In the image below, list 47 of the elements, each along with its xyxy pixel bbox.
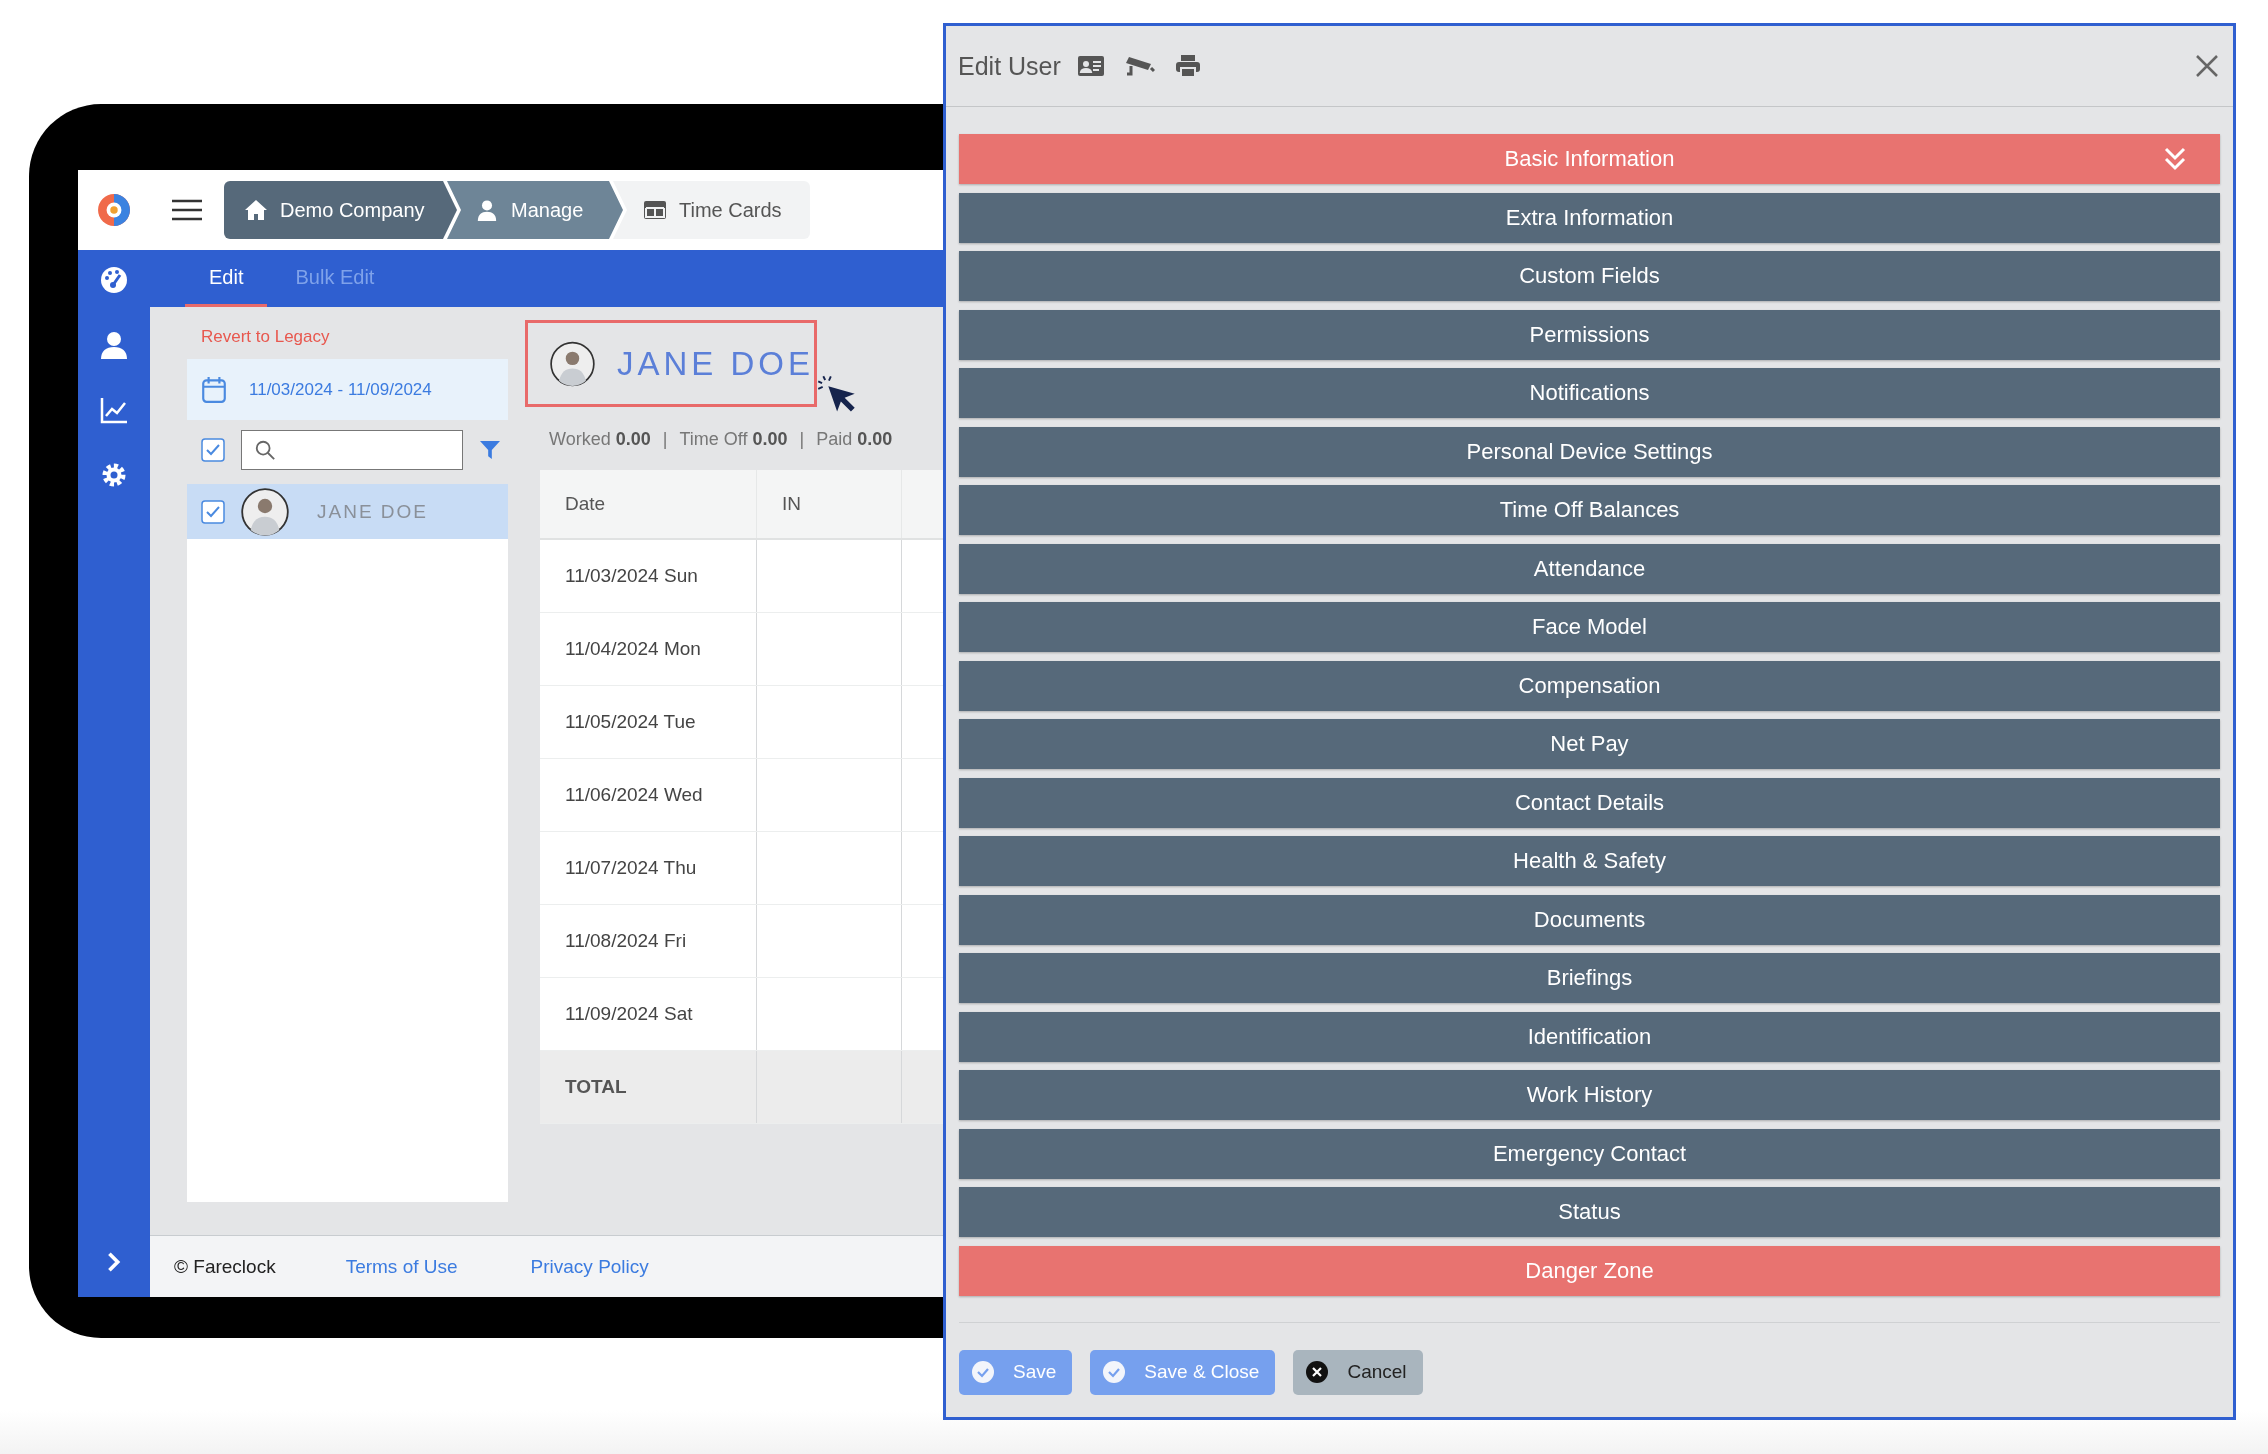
table-cell: 11/06/2024 Wed [540,759,757,831]
accordion-header[interactable]: Net Pay [959,719,2220,769]
breadcrumb[interactable]: Demo Company [224,181,457,239]
table-cell: 11/07/2024 Thu [540,832,757,904]
accordion-header[interactable]: Attendance [959,543,2220,594]
accordion-header[interactable]: Documents [959,894,2220,945]
employee-name: JANE DOE [317,500,429,523]
separator: | [799,429,805,450]
employee-name: JANE DOE [616,344,814,383]
accordion-header[interactable]: Personal Device Settings [959,426,2220,477]
stat-text: Worked 0.00 [549,429,651,450]
accordion-header[interactable]: Compensation [959,660,2220,711]
table-cell: 11/04/2024 Mon [540,613,757,685]
accordion-header[interactable]: Contact Details [959,777,2220,828]
table-cell: 11/03/2024 Sun [540,540,757,612]
footer-link[interactable]: Terms of Use [345,1255,458,1278]
table-cell: 11/09/2024 Sat [540,978,757,1050]
breadcrumb[interactable]: Manage [447,181,623,239]
cancel-button[interactable]: Cancel [1293,1349,1423,1395]
table-cell: TOTAL [540,1051,757,1123]
stat-text: Time Off 0.00 [679,429,788,450]
column-header: Date [540,470,757,538]
accordion-header[interactable]: Status [959,1187,2220,1237]
copyright-text: © Fareclock [174,1255,276,1278]
accordion-header[interactable]: Briefings [959,953,2220,1003]
accordion-header[interactable]: Permissions [959,309,2220,360]
date-range-picker[interactable]: 11/03/2024 - 11/09/2024 [187,359,508,420]
accordion-header[interactable]: Time Off Balances [959,485,2220,535]
column-header: IN [757,470,902,538]
footer-link[interactable]: Privacy Policy [530,1255,649,1278]
accordion-header[interactable]: Face Model [959,602,2220,652]
revert-link[interactable]: Revert to Legacy [201,327,508,347]
table-cell: 11/08/2024 Fri [540,905,757,977]
accordion-header[interactable]: Identification [959,1011,2220,1062]
stat-text: Paid 0.00 [816,429,893,450]
accordion-header[interactable]: Basic Information [959,134,2220,184]
breadcrumb[interactable]: Time Cards [613,181,810,239]
dialog-title: Edit User [958,51,1061,81]
accordion-header[interactable]: Danger Zone [959,1245,2220,1296]
accordion-header[interactable]: Health & Safety [959,836,2220,886]
accordion-header[interactable]: Custom Fields [959,251,2220,301]
separator: | [662,429,668,450]
accordion-header[interactable]: Work History [959,1070,2220,1120]
table-cell: 11/05/2024 Tue [540,686,757,758]
accordion-header[interactable]: Extra Information [959,192,2220,243]
accordion-header[interactable]: Emergency Contact [959,1128,2220,1179]
accordion-header[interactable]: Notifications [959,368,2220,418]
